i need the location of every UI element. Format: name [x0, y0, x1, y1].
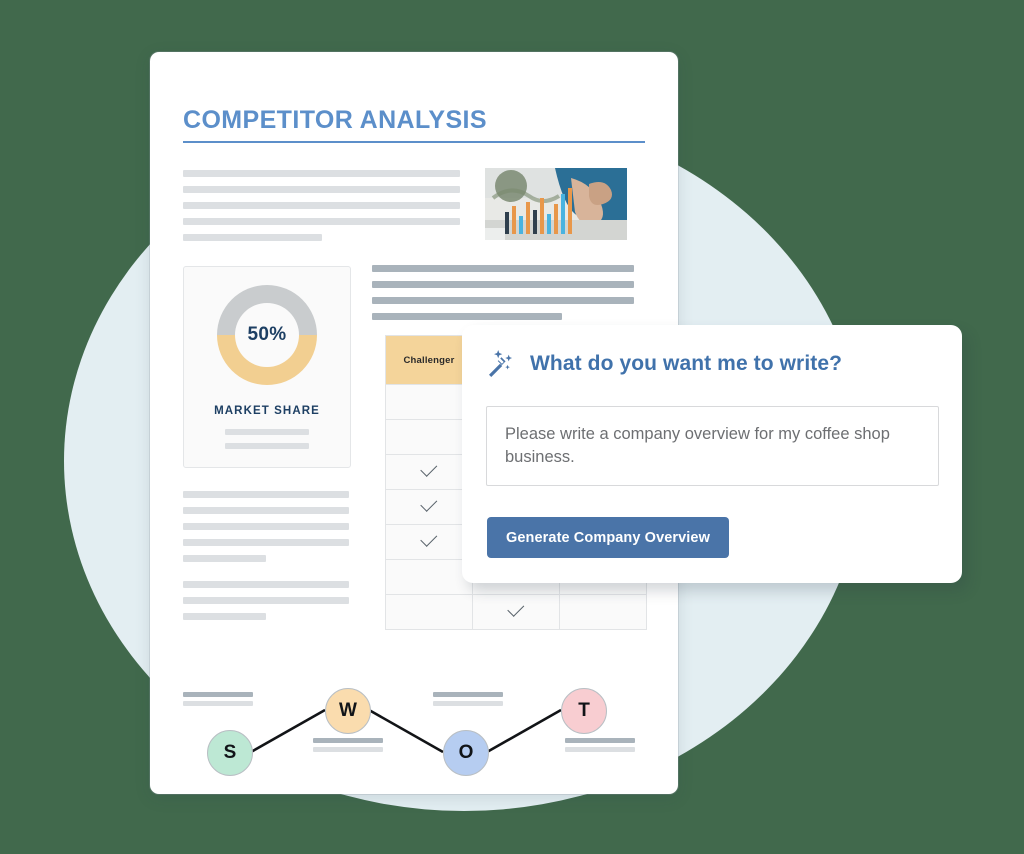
placeholder-line: [433, 701, 503, 706]
market-share-card: 50% MARKET SHARE: [183, 266, 351, 468]
placeholder-line: [372, 313, 562, 320]
table-cell: [385, 524, 473, 560]
placeholder-line: [372, 281, 634, 288]
check-icon: [419, 494, 437, 512]
swot-node-label: O: [458, 742, 474, 763]
table-cell: [385, 489, 473, 525]
swot-node-strengths: S: [207, 730, 253, 776]
placeholder-line: [183, 202, 460, 209]
placeholder-line: [183, 218, 460, 225]
placeholder-line: [183, 234, 322, 241]
placeholder-line: [313, 747, 383, 752]
check-icon: [419, 459, 437, 477]
check-icon: [506, 599, 524, 617]
placeholder-line: [372, 265, 634, 272]
placeholder-line: [183, 170, 460, 177]
table-header-challenger: Challenger: [385, 335, 473, 385]
placeholder-line: [183, 555, 266, 562]
magic-wand-icon: [489, 349, 513, 377]
chart-photo: [485, 168, 627, 240]
swot-node-opportunities: O: [443, 730, 489, 776]
market-share-donut: 50%: [217, 285, 317, 385]
dialog-header: What do you want me to write?: [486, 349, 842, 379]
placeholder-line: [183, 597, 349, 604]
placeholder-line: [313, 738, 383, 743]
placeholder-line: [225, 443, 309, 449]
placeholder-line: [565, 738, 635, 743]
table-cell: [472, 594, 560, 630]
placeholder-line: [183, 613, 266, 620]
placeholder-line: [183, 186, 460, 193]
placeholder-line: [183, 539, 349, 546]
chart-photo-graphic: [485, 168, 627, 240]
placeholder-line: [565, 747, 635, 752]
prompt-input[interactable]: [486, 406, 939, 486]
swot-node-label: W: [339, 700, 357, 721]
placeholder-line: [183, 507, 349, 514]
table-row: [385, 594, 647, 630]
placeholder-line: [183, 581, 349, 588]
placeholder-line: [183, 491, 349, 498]
swot-node-label: S: [223, 742, 237, 763]
page-title: COMPETITOR ANALYSIS: [183, 106, 487, 134]
table-cell: [385, 594, 473, 630]
table-cell: [559, 594, 647, 630]
check-icon: [419, 529, 437, 547]
market-share-label: MARKET SHARE: [214, 405, 320, 417]
placeholder-line: [433, 692, 503, 697]
dialog-title: What do you want me to write?: [530, 352, 843, 375]
generate-company-overview-button[interactable]: Generate Company Overview: [487, 517, 729, 558]
ai-write-dialog: What do you want me to write? Generate C…: [462, 325, 962, 583]
placeholder-line: [183, 701, 253, 706]
placeholder-line: [183, 523, 349, 530]
table-cell: [385, 454, 473, 490]
table-cell: [385, 419, 473, 455]
placeholder-line: [225, 429, 309, 435]
placeholder-line: [372, 297, 634, 304]
placeholder-line: [183, 692, 253, 697]
swot-node-threats: T: [561, 688, 607, 734]
donut-value-label: 50%: [247, 324, 287, 345]
screenshot-stage: COMPETITOR ANALYSIS 50% MARKET SHARE Cha…: [0, 0, 1024, 854]
table-cell: [385, 559, 473, 595]
title-underline: [183, 141, 645, 143]
swot-diagram: S W O T: [165, 648, 675, 778]
swot-node-label: T: [578, 700, 590, 721]
swot-node-weaknesses: W: [325, 688, 371, 734]
table-cell: [385, 384, 473, 420]
